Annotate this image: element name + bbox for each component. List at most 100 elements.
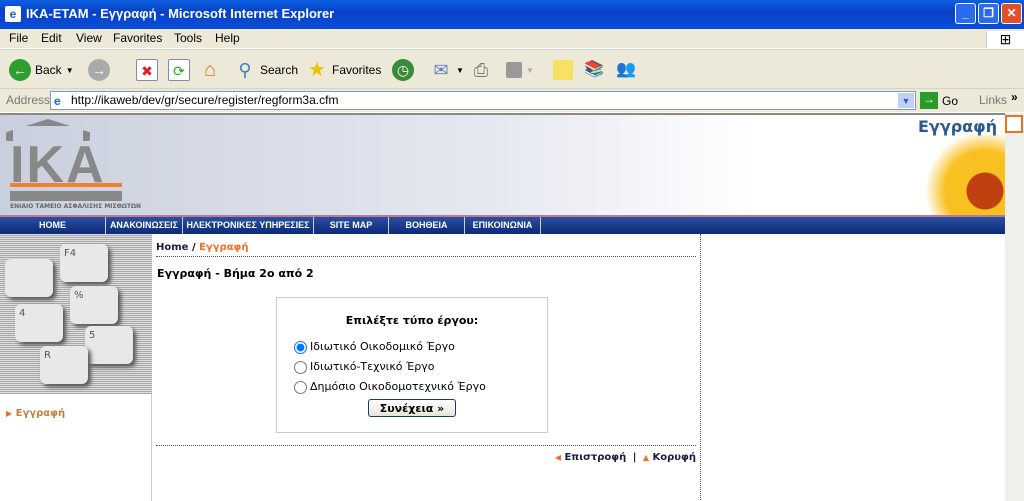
go-button[interactable]: → Go bbox=[920, 92, 958, 109]
search-label: Search bbox=[260, 63, 299, 77]
sidebar-item-label: Εγγραφή bbox=[15, 408, 66, 419]
address-input[interactable]: e http://ikaweb/dev/gr/secure/register/r… bbox=[50, 91, 916, 110]
chevron-right-icon[interactable]: » bbox=[1011, 90, 1018, 104]
menu-help[interactable]: Help bbox=[215, 31, 240, 45]
menu-file[interactable]: File bbox=[9, 31, 28, 45]
logo-subtitle: ΕΝΙΑΙΟ ΤΑΜΕΙΟ ΑΣΦΑΛΙΣΗΣ ΜΙΣΘΩΤΩΝ bbox=[10, 203, 142, 210]
research-button[interactable]: 📚 bbox=[583, 58, 605, 82]
nav-announcements[interactable]: ΑΝΑΚΟΙΝΩΣΕΙΣ bbox=[106, 217, 183, 234]
left-sidebar: F4 % 4 5R ▶ Εγγραφή bbox=[0, 234, 152, 501]
radio-public-construction[interactable]: Δημόσιο Οικοδομοτεχνικό Έργο bbox=[294, 377, 547, 397]
restore-button[interactable]: ❐ bbox=[978, 3, 999, 24]
radio-input[interactable] bbox=[294, 380, 307, 394]
breadcrumb-current: Εγγραφή bbox=[199, 242, 249, 253]
nav-site-map[interactable]: SITE MAP bbox=[314, 217, 389, 234]
page-icon: e bbox=[54, 94, 61, 108]
title-bar: e IKA-ETAM - Εγγραφή - Microsoft Interne… bbox=[0, 0, 1024, 29]
arrow-left-icon: ◀ bbox=[554, 453, 561, 462]
history-icon: ◷ bbox=[392, 59, 414, 81]
history-button[interactable]: ◷ bbox=[392, 58, 414, 82]
main-content: Home / Εγγραφή Εγγραφή - Βήμα 2ο από 2 Ε… bbox=[152, 234, 701, 501]
stop-icon: ✖ bbox=[136, 59, 158, 81]
radio-input[interactable] bbox=[294, 360, 307, 374]
logo-orange-bar bbox=[10, 183, 122, 187]
refresh-button[interactable]: ⟳ bbox=[168, 58, 190, 82]
back-arrow-icon: ← bbox=[9, 59, 31, 81]
messenger-button[interactable]: 👥 bbox=[615, 58, 637, 82]
continue-button[interactable]: Συνέχεια » bbox=[368, 399, 456, 417]
menu-view[interactable]: View bbox=[76, 31, 102, 45]
address-label: Address bbox=[6, 93, 51, 107]
mail-icon: ✉ bbox=[433, 60, 449, 80]
go-label: Go bbox=[942, 93, 959, 108]
banner: IKA ΕΝΙΑΙΟ ΤΑΜΕΙΟ ΑΣΦΑΛΙΣΗΣ ΜΙΣΘΩΤΩΝ Εγγ… bbox=[0, 115, 1005, 215]
home-button[interactable]: ⌂ bbox=[199, 58, 221, 82]
radio-label: Ιδιωτικό Οικοδομικό Έργο bbox=[310, 340, 455, 353]
discuss-button[interactable] bbox=[553, 58, 573, 82]
search-icon: ⚲ bbox=[238, 60, 252, 80]
favorites-label: Favorites bbox=[332, 63, 382, 77]
print-button[interactable]: ⎙ bbox=[470, 58, 492, 82]
address-url: http://ikaweb/dev/gr/secure/register/reg… bbox=[71, 93, 339, 107]
edit-button[interactable]: ▼ bbox=[506, 58, 534, 82]
arrow-right-icon: ▶ bbox=[6, 409, 13, 418]
address-bar: Address e http://ikaweb/dev/gr/secure/re… bbox=[0, 89, 1024, 112]
nav-e-services[interactable]: ΗΛΕΚΤΡΟΝΙΚΕΣ ΥΠΗΡΕΣΙΕΣ bbox=[183, 217, 314, 234]
windows-logo-icon: ⊞ bbox=[986, 31, 1024, 50]
banner-page-title: Εγγραφή bbox=[918, 117, 998, 136]
radio-private-technical[interactable]: Ιδιωτικό-Τεχνικό Έργο bbox=[294, 357, 547, 377]
radio-private-building[interactable]: Ιδιωτικό Οικοδομικό Έργο bbox=[294, 337, 547, 357]
menu-tools[interactable]: Tools bbox=[174, 31, 202, 45]
scrollbar-thumb[interactable] bbox=[1005, 115, 1023, 133]
radio-label: Ιδιωτικό-Τεχνικό Έργο bbox=[310, 360, 435, 373]
toolbar: ← Back ▼ → ✖ ⟳ ⌂ ⚲ Search ★ Favorites ◷ ✉ ▼ ⎙… bbox=[0, 49, 1024, 89]
radio-label: Δημόσιο Οικοδομοτεχνικό Έργο bbox=[310, 380, 486, 393]
menu-favorites[interactable]: Favorites bbox=[113, 31, 162, 45]
page-heading: Εγγραφή - Βήμα 2ο από 2 bbox=[157, 267, 314, 280]
minimize-button[interactable]: _ bbox=[955, 3, 976, 24]
stop-button[interactable]: ✖ bbox=[136, 58, 158, 82]
dropdown-chevron-icon[interactable]: ▼ bbox=[898, 93, 914, 108]
nav-help[interactable]: ΒΟΗΘΕΙΑ bbox=[389, 217, 465, 234]
close-button[interactable]: ✕ bbox=[1001, 3, 1022, 24]
radio-input[interactable] bbox=[294, 340, 307, 354]
back-button[interactable]: ← Back ▼ bbox=[9, 58, 74, 82]
research-icon: 📚 bbox=[584, 61, 604, 78]
footer-separator: | bbox=[632, 452, 637, 463]
forward-arrow-icon: → bbox=[88, 59, 110, 81]
nav-contact[interactable]: ΕΠΙΚΟΙΝΩΝΙΑ bbox=[465, 217, 541, 234]
vertical-scrollbar[interactable] bbox=[1005, 113, 1024, 501]
arrow-up-icon: ▲ bbox=[642, 453, 650, 462]
home-icon: ⌂ bbox=[203, 59, 217, 81]
menu-edit[interactable]: Edit bbox=[41, 31, 62, 45]
window-title: IKA-ETAM - Εγγραφή - Microsoft Internet … bbox=[26, 6, 335, 21]
main-nav: HOME ΑΝΑΚΟΙΝΩΣΕΙΣ ΗΛΕΚΤΡΟΝΙΚΕΣ ΥΠΗΡΕΣΙΕΣ… bbox=[0, 215, 1005, 234]
links-button[interactable]: Links bbox=[979, 93, 1007, 107]
messenger-icon: 👥 bbox=[616, 61, 636, 78]
breadcrumb-home[interactable]: Home bbox=[156, 242, 188, 253]
sunflower-image bbox=[905, 135, 1005, 215]
sidebar-item-register[interactable]: ▶ Εγγραφή bbox=[0, 408, 151, 419]
note-icon bbox=[553, 60, 573, 80]
edit-icon bbox=[506, 62, 522, 78]
forward-button[interactable]: → bbox=[88, 58, 110, 82]
refresh-icon: ⟳ bbox=[168, 59, 190, 81]
ie-icon: e bbox=[5, 6, 21, 22]
menu-bar: File Edit View Favorites Tools Help ⊞ bbox=[0, 29, 1024, 50]
form-title: Επιλέξτε τύπο έργου: bbox=[345, 314, 479, 327]
top-link[interactable]: Κορυφή bbox=[653, 452, 696, 463]
favorites-button[interactable]: ★ Favorites bbox=[306, 58, 381, 82]
project-type-form: Επιλέξτε τύπο έργου: Ιδιωτικό Οικοδομικό… bbox=[276, 297, 548, 433]
search-button[interactable]: ⚲ Search bbox=[234, 58, 298, 82]
divider bbox=[156, 445, 696, 446]
breadcrumb-separator: / bbox=[191, 242, 196, 253]
back-link[interactable]: Επιστροφή bbox=[564, 452, 626, 463]
footer-links: ◀ Επιστροφή | ▲ Κορυφή bbox=[555, 452, 696, 463]
nav-home[interactable]: HOME bbox=[0, 217, 106, 234]
mail-button[interactable]: ✉ ▼ bbox=[430, 58, 463, 82]
go-arrow-icon: → bbox=[920, 92, 938, 109]
print-icon: ⎙ bbox=[473, 60, 489, 80]
star-icon: ★ bbox=[308, 59, 326, 81]
logo-gray-bar bbox=[10, 191, 122, 201]
keyboard-image: F4 % 4 5R bbox=[0, 234, 152, 394]
